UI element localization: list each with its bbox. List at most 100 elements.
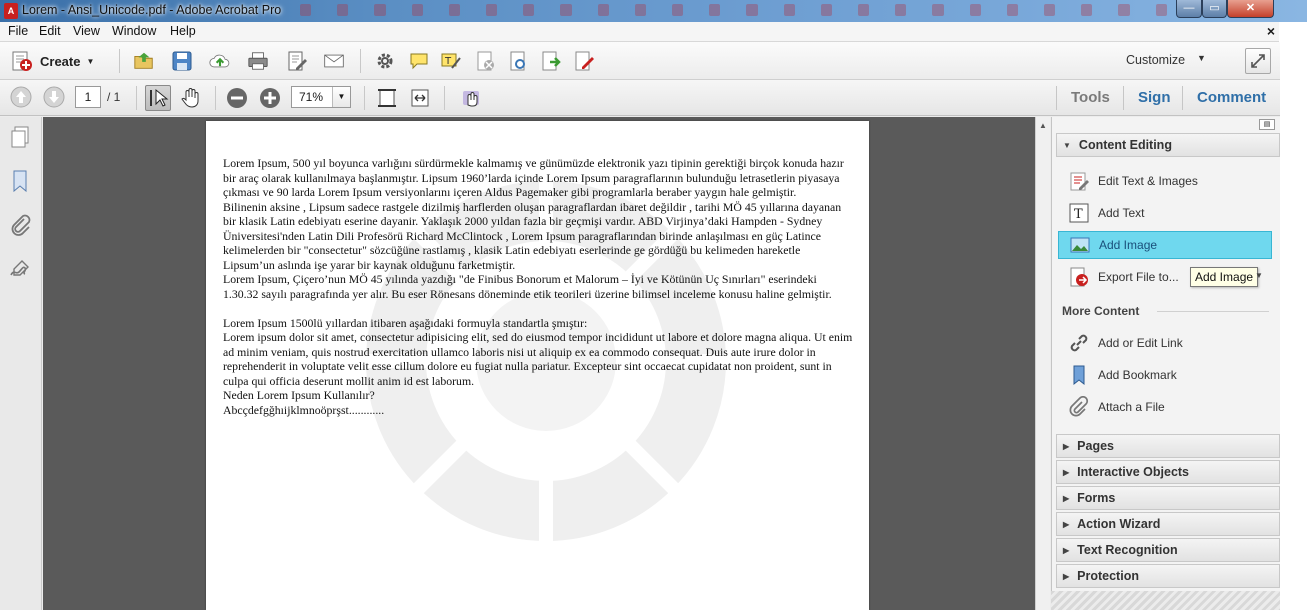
zoom-out-icon[interactable]	[226, 87, 248, 109]
chevron-down-icon: ▼	[86, 56, 95, 66]
tool-add-edit-link[interactable]: Add or Edit Link	[1058, 329, 1272, 357]
create-button[interactable]: Create ▼	[10, 49, 94, 73]
chevron-down-icon[interactable]: ▼	[1255, 271, 1263, 280]
maximize-button[interactable]: ▭	[1202, 0, 1227, 18]
fullscreen-icon[interactable]	[1245, 48, 1271, 74]
tab-sign[interactable]: Sign	[1138, 89, 1171, 106]
divider	[1157, 311, 1269, 312]
signatures-icon[interactable]	[8, 257, 32, 281]
menu-view[interactable]: View	[73, 24, 100, 38]
panel-protection[interactable]: ▶ Protection	[1056, 564, 1280, 588]
select-cursor-icon[interactable]	[147, 87, 169, 109]
export-icon[interactable]	[540, 50, 562, 72]
customize-menu[interactable]: Customize	[1126, 53, 1185, 67]
save-icon[interactable]	[171, 50, 193, 72]
collapsed-triangle-icon: ▶	[1063, 467, 1070, 477]
gear-icon[interactable]	[374, 50, 396, 72]
tab-comment[interactable]: Comment	[1197, 89, 1266, 106]
tool-label: Add Image	[1099, 238, 1158, 252]
page-thumbnails-icon[interactable]	[8, 125, 32, 149]
collapsed-triangle-icon: ▶	[1063, 493, 1070, 503]
tool-attach-file[interactable]: Attach a File	[1058, 393, 1272, 421]
panel-label: Action Wizard	[1077, 517, 1161, 531]
expanded-triangle-icon: ▼	[1063, 140, 1071, 150]
paragraph: Abcçdefgğhıijklmnoöprşst............	[223, 402, 385, 417]
acrobat-icon: A	[4, 3, 18, 19]
chevron-down-icon[interactable]: ▼	[1197, 53, 1206, 63]
document-viewer[interactable]: Lorem Ipsum, 500 yıl boyunca varlığını s…	[43, 117, 1035, 610]
page-total: / 1	[107, 90, 121, 104]
edit-text-images-icon	[1068, 170, 1090, 192]
touch-mode-icon[interactable]	[460, 87, 482, 109]
menu-help[interactable]: Help	[170, 24, 196, 38]
panel-label: Pages	[1077, 439, 1114, 453]
divider	[215, 86, 216, 110]
fit-width-icon[interactable]	[409, 87, 431, 109]
open-folder-icon[interactable]	[133, 50, 155, 72]
fit-page-icon[interactable]	[376, 87, 398, 109]
pane-resize-grip[interactable]	[1051, 591, 1280, 610]
edit-document-icon[interactable]	[286, 50, 308, 72]
paperclip-icon	[1068, 396, 1090, 418]
collapsed-triangle-icon: ▶	[1063, 545, 1070, 555]
title-bar: A Lorem - Ansi_Unicode.pdf - Adobe Acrob…	[0, 0, 1307, 22]
tool-edit-text-images[interactable]: Edit Text & Images	[1058, 167, 1272, 195]
tool-label: Add Text	[1098, 206, 1145, 220]
panel-text-recognition[interactable]: ▶ Text Recognition	[1056, 538, 1280, 562]
minimize-button[interactable]: —	[1176, 0, 1202, 18]
collapsed-triangle-icon: ▶	[1063, 519, 1070, 529]
divider	[360, 49, 361, 73]
tool-add-image[interactable]: Add Image	[1058, 231, 1272, 259]
zoom-in-icon[interactable]	[259, 87, 281, 109]
close-document-icon[interactable]: ×	[1267, 23, 1275, 39]
highlight-text-icon[interactable]: T	[440, 50, 462, 72]
security-icon[interactable]	[507, 50, 529, 72]
redact-icon[interactable]	[474, 50, 496, 72]
upload-cloud-icon[interactable]	[209, 50, 231, 72]
tool-add-text[interactable]: T Add Text	[1058, 199, 1272, 227]
scroll-up-icon[interactable]: ▲	[1039, 121, 1047, 130]
attachments-icon[interactable]	[8, 213, 32, 237]
divider	[136, 86, 137, 110]
edit-pdf-icon[interactable]	[573, 50, 595, 72]
create-label: Create	[40, 53, 81, 69]
menu-file[interactable]: File	[8, 24, 28, 38]
print-icon[interactable]	[247, 50, 269, 72]
more-content-heading: More Content	[1062, 304, 1140, 318]
bookmarks-icon[interactable]	[8, 169, 32, 193]
previous-page-icon[interactable]	[10, 86, 32, 108]
pane-options-icon[interactable]: ▤	[1259, 119, 1275, 130]
paragraph: Lorem Ipsum, Çiçero’nun MÖ 45 yılında ya…	[223, 272, 832, 301]
tool-add-bookmark[interactable]: Add Bookmark	[1058, 361, 1272, 389]
panel-content-editing[interactable]: ▼ Content Editing	[1056, 133, 1280, 157]
panel-label: Text Recognition	[1077, 543, 1178, 557]
tool-label: Attach a File	[1098, 400, 1165, 414]
pdf-page[interactable]: Lorem Ipsum, 500 yıl boyunca varlığını s…	[206, 121, 869, 610]
zoom-select[interactable]: 71% ▼	[291, 86, 351, 108]
divider	[119, 49, 120, 73]
panel-interactive-objects[interactable]: ▶ Interactive Objects	[1056, 460, 1280, 484]
close-window-button[interactable]: ✕	[1227, 0, 1274, 18]
menu-right-strip	[1279, 22, 1307, 42]
export-file-icon	[1068, 266, 1090, 288]
comment-bubble-icon[interactable]	[408, 50, 430, 72]
taskbar-reflection	[300, 4, 1167, 18]
hand-icon[interactable]	[180, 87, 202, 109]
menu-edit[interactable]: Edit	[39, 24, 61, 38]
chevron-down-icon[interactable]: ▼	[332, 87, 350, 107]
next-page-icon[interactable]	[43, 86, 65, 108]
paragraph: Neden Lorem Ipsum Kullanılır?	[223, 388, 375, 402]
panel-label: Forms	[1077, 491, 1116, 505]
page-number-input[interactable]: 1	[75, 86, 101, 108]
tab-tools[interactable]: Tools	[1071, 89, 1110, 106]
panel-action-wizard[interactable]: ▶ Action Wizard	[1056, 512, 1280, 536]
panel-pages[interactable]: ▶ Pages	[1056, 434, 1280, 458]
menu-window[interactable]: Window	[112, 24, 156, 38]
vertical-scrollbar[interactable]: ▲	[1035, 117, 1050, 610]
email-icon[interactable]	[323, 50, 345, 72]
svg-text:T: T	[1074, 207, 1083, 222]
main-toolbar: Create ▼ T Customize ▼	[0, 42, 1280, 80]
collapsed-triangle-icon: ▶	[1063, 441, 1070, 451]
svg-text:T: T	[444, 56, 452, 67]
panel-forms[interactable]: ▶ Forms	[1056, 486, 1280, 510]
